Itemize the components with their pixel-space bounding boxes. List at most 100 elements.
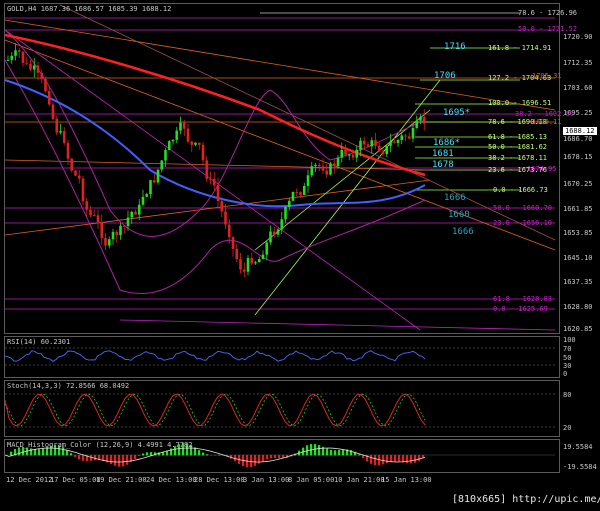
projection-marker: 1695* xyxy=(443,108,471,118)
macd-bar xyxy=(146,452,149,456)
price-tick: 1653.85 xyxy=(563,229,593,237)
macd-bar xyxy=(394,455,397,462)
macd-bar xyxy=(250,455,253,468)
candle-body xyxy=(314,164,317,167)
candle-body xyxy=(261,254,265,260)
trend-line xyxy=(4,29,421,331)
macd-bar xyxy=(410,455,413,464)
price-tick: 1637.35 xyxy=(563,278,593,286)
candle-body xyxy=(287,200,291,207)
macd-bar xyxy=(262,455,265,462)
candle-body xyxy=(250,258,254,264)
time-label: 10 Jan 21:00 xyxy=(334,476,385,484)
candle-body xyxy=(149,180,152,195)
candle-body xyxy=(62,131,66,143)
macd-tick: 19.5584 xyxy=(563,443,593,451)
candle-body xyxy=(51,104,55,119)
candle-body xyxy=(351,154,355,158)
macd-bar xyxy=(94,455,97,461)
time-label: 17 Dec 05:00 xyxy=(50,476,101,484)
stoch-tick: 20 xyxy=(563,424,572,432)
candle-body xyxy=(115,231,119,236)
price-tick: 1678.15 xyxy=(563,153,593,161)
candle-body xyxy=(347,154,351,156)
macd-bar xyxy=(390,455,393,462)
macd-bar xyxy=(326,448,329,456)
candle-body xyxy=(201,144,205,161)
candle-body xyxy=(164,150,167,161)
chart-terminal: { "header": { "symbol_info": "GOLD,H4 16… xyxy=(0,0,600,511)
macd-bar xyxy=(110,455,113,465)
candle-body xyxy=(194,142,197,145)
macd-title: MACD_Histogram_Color (12,26,9) 4.4991 4.… xyxy=(7,441,193,449)
rsi-tick: 30 xyxy=(563,362,572,370)
candle-body xyxy=(336,157,340,167)
candle-body xyxy=(224,211,227,225)
candle-body xyxy=(419,116,422,121)
candle-body xyxy=(400,135,404,140)
candle-body xyxy=(246,258,250,272)
macd-bar xyxy=(334,450,337,456)
fib-level-label: 1705.31 xyxy=(532,72,562,80)
macd-bar xyxy=(382,455,385,465)
macd-bar xyxy=(386,455,389,464)
candle-body xyxy=(302,186,306,195)
macd-bar xyxy=(118,455,121,467)
macd-bar xyxy=(38,449,41,456)
macd-bar xyxy=(126,455,129,465)
macd-bar xyxy=(406,455,409,464)
candle-body xyxy=(59,131,62,133)
candle-body xyxy=(381,151,385,155)
trend-line xyxy=(4,19,556,111)
stoch-tick: 80 xyxy=(563,391,572,399)
macd-tick: -19.5584 xyxy=(563,463,597,471)
time-label: 15 Jan 13:00 xyxy=(381,476,432,484)
candle-body xyxy=(212,179,216,186)
candle-body xyxy=(167,141,171,151)
time-label: 8 Jan 05:00 xyxy=(288,476,335,484)
macd-bar xyxy=(274,455,277,459)
fib-level-label: 1690.11 xyxy=(532,118,562,126)
price-tick: 1712.35 xyxy=(563,59,593,67)
candle-body xyxy=(284,206,287,220)
price-tick: 1720.90 xyxy=(563,33,593,41)
macd-bar xyxy=(338,450,341,456)
rsi-line xyxy=(4,350,426,362)
candle-body xyxy=(340,149,344,158)
trend-line xyxy=(119,319,556,331)
candle-body xyxy=(374,140,377,146)
projection-marker: 1681 xyxy=(432,149,454,159)
candle-body xyxy=(392,141,396,143)
macd-bar xyxy=(270,455,273,459)
macd-bar xyxy=(134,455,137,459)
candle-body xyxy=(130,211,134,218)
candle-body xyxy=(370,140,374,147)
macd-bar xyxy=(138,455,141,457)
candle-body xyxy=(70,158,74,171)
candle-body xyxy=(85,201,89,210)
candle-body xyxy=(411,127,415,139)
price-tick: 1670.25 xyxy=(563,180,593,188)
candle-body xyxy=(332,163,336,167)
candle-body xyxy=(254,262,257,264)
time-label: 24 Dec 13:00 xyxy=(146,476,197,484)
candle-body xyxy=(152,180,156,183)
projection-marker: 1716 xyxy=(444,42,466,52)
macd-bar xyxy=(266,455,269,460)
time-label: 3 Jan 13:00 xyxy=(243,476,290,484)
candle-body xyxy=(299,192,302,195)
macd-bar xyxy=(402,455,405,463)
candle-body xyxy=(40,72,44,79)
fib-level-label: 100.0 - 1696.51 xyxy=(488,99,552,107)
candle-body xyxy=(89,209,92,216)
candle-body xyxy=(17,50,21,52)
candle-body xyxy=(310,166,314,176)
candle-body xyxy=(209,178,212,180)
rsi-tick: 0 xyxy=(563,370,568,378)
fib-level-label: 61.8 - 1628.83 xyxy=(493,295,553,303)
candle-body xyxy=(190,141,194,145)
candle-body xyxy=(25,62,29,64)
candle-body xyxy=(32,65,36,70)
fib-level-label: 0.0 - 1625.69 xyxy=(493,305,548,313)
candle-body xyxy=(21,51,25,63)
